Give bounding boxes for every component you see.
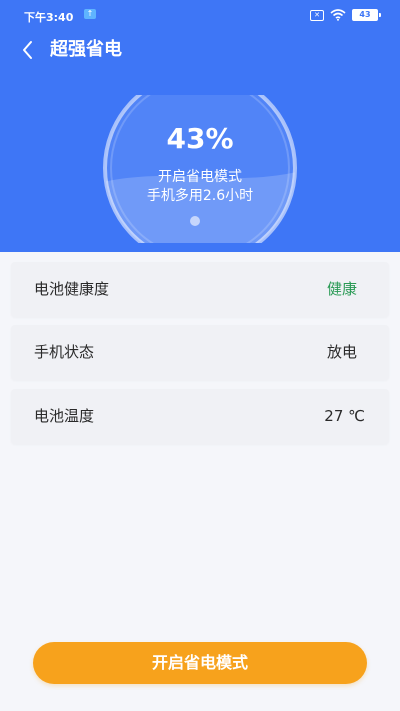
battery-temperature-card: 电池温度 27 ℃	[11, 389, 389, 444]
back-button[interactable]	[16, 38, 40, 62]
card-value: 27 ℃	[324, 407, 365, 425]
card-value: 放电	[326, 343, 357, 361]
status-time: 下午3:40	[24, 11, 74, 24]
page-title: 超强省电	[50, 39, 122, 60]
wifi-icon	[330, 9, 346, 21]
battery-percent: 43%	[166, 122, 234, 155]
gauge-dot	[190, 216, 200, 226]
extra-time-hint: 手机多用2.6小时	[146, 188, 254, 204]
status-icons: ✕ 43	[310, 9, 381, 21]
card-label: 手机状态	[34, 343, 95, 361]
phone-status-card: 手机状态 放电	[11, 325, 389, 380]
chevron-left-icon	[23, 41, 32, 59]
mute-icon: ✕	[310, 9, 324, 21]
card-value: 健康	[326, 280, 357, 298]
battery-health-card: 电池健康度 健康	[11, 262, 389, 317]
header: 下午3:40 ↑ ✕ 43 超强省电 43% 开启省电模式 手机多用2.6小时	[0, 0, 400, 252]
mode-hint: 开启省电模式	[158, 169, 242, 185]
card-label: 电池温度	[34, 407, 95, 425]
upload-icon: ↑	[84, 9, 96, 19]
enable-power-saving-button[interactable]: 开启省电模式	[33, 642, 367, 684]
card-label: 电池健康度	[34, 280, 110, 298]
power-saving-screen: 下午3:40 ↑ ✕ 43 超强省电 43% 开启省电模式 手机多用2.6小时 …	[0, 0, 400, 711]
battery-icon: 43	[352, 9, 381, 21]
status-bar: 下午3:40 ↑ ✕ 43	[0, 0, 400, 30]
